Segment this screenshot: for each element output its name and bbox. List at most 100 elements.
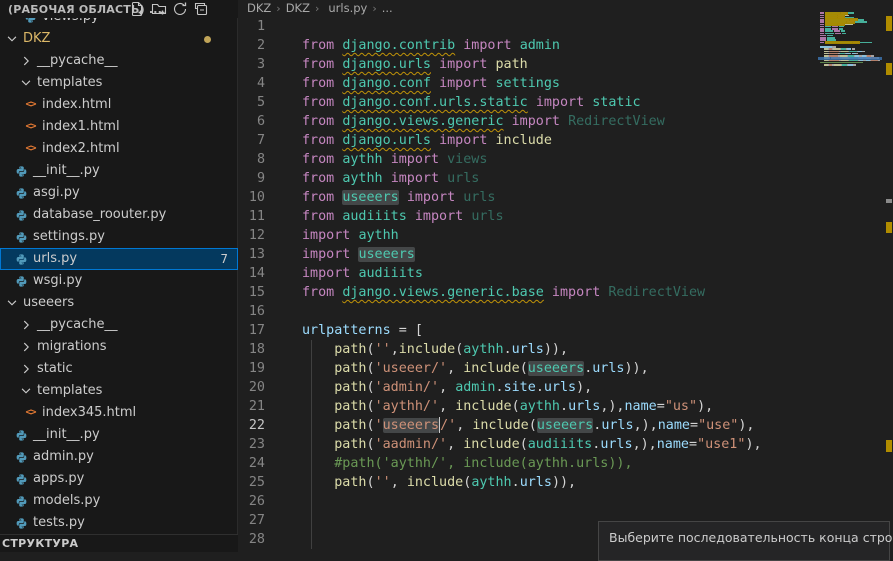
overview-ruler-mark <box>886 16 892 31</box>
chevron-down-icon <box>18 383 34 399</box>
line-number: 26 <box>239 492 265 511</box>
tree-item-templates[interactable]: templates <box>0 72 238 94</box>
code-line-9[interactable]: from aythh import urls <box>302 169 822 188</box>
tree-item-asgi-py[interactable]: asgi.py <box>0 182 238 204</box>
tree-item-models-py[interactable]: models.py <box>0 490 238 512</box>
tree-item-apps-py[interactable]: apps.py <box>0 468 238 490</box>
breadcrumb-item[interactable]: ... <box>382 1 393 15</box>
line-number: 6 <box>239 112 265 131</box>
code-line-13[interactable]: import useeers <box>302 245 822 264</box>
chevron-right-icon <box>18 361 34 377</box>
explorer-section-header[interactable]: (РАБОЧАЯ ОБЛАСТЬ) ... <box>0 0 238 18</box>
new-folder-icon[interactable] <box>151 1 167 17</box>
breadcrumb-item[interactable]: urls.py <box>328 1 367 15</box>
collapse-all-icon[interactable] <box>193 1 209 17</box>
chevron-right-icon <box>18 317 34 333</box>
tree-item-admin-py[interactable]: admin.py <box>0 446 238 468</box>
chevron-down-icon <box>4 31 20 47</box>
line-number: 13 <box>239 245 265 264</box>
line-number: 12 <box>239 226 265 245</box>
breadcrumb-item[interactable]: DKZ <box>247 1 271 15</box>
code-line-20[interactable]: path('admin/', admin.site.urls), <box>302 378 822 397</box>
minimap-line <box>853 64 856 66</box>
line-number: 19 <box>239 359 265 378</box>
tree-item-database-roouter-py[interactable]: database_roouter.py <box>0 204 238 226</box>
python-file-icon <box>13 207 30 223</box>
line-number: 3 <box>239 55 265 74</box>
tree-item-index1-html[interactable]: <>index1.html <box>0 116 238 138</box>
code-line-15[interactable]: from django.views.generic.base import Re… <box>302 283 822 302</box>
tree-item--init-py[interactable]: __init__.py <box>0 160 238 182</box>
tree-item--pycache-[interactable]: __pycache__ <box>0 314 238 336</box>
chevron-right-icon <box>18 339 34 355</box>
code-line-26[interactable] <box>302 492 822 511</box>
code-line-24[interactable]: #path('aythh/', include(aythh.urls)), <box>302 454 822 473</box>
tree-item-index2-html[interactable]: <>index2.html <box>0 138 238 160</box>
tree-item-templates[interactable]: templates <box>0 380 238 402</box>
code-line-17[interactable]: urlpatterns = [ <box>302 321 822 340</box>
code-line-4[interactable]: from django.conf import settings <box>302 74 822 93</box>
line-number: 10 <box>239 188 265 207</box>
line-number: 4 <box>239 74 265 93</box>
tree-item--init-py[interactable]: __init__.py <box>0 424 238 446</box>
new-file-icon[interactable] <box>129 1 145 17</box>
git-modified-dot <box>204 36 211 43</box>
line-number: 27 <box>239 511 265 530</box>
tree-item-dkz[interactable]: DKZ <box>0 28 238 50</box>
line-number: 14 <box>239 264 265 283</box>
line-number: 5 <box>239 93 265 112</box>
code-line-25[interactable]: path('', include(aythh.urls)), <box>302 473 822 492</box>
explorer-sidebar: (РАБОЧАЯ ОБЛАСТЬ) ... views.py DKZ __pyc… <box>0 0 238 552</box>
code-line-16[interactable] <box>302 302 822 321</box>
line-number: 9 <box>239 169 265 188</box>
outline-section-header[interactable]: СТРУКТУРА <box>0 534 238 552</box>
minimap-line <box>862 51 865 53</box>
tree-item-urls-py[interactable]: urls.py7 <box>0 248 238 270</box>
line-number: 2 <box>239 36 265 55</box>
minimap-line <box>835 33 841 35</box>
code-editor[interactable]: DKZ›DKZ› urls.py›... 1234567891011121314… <box>239 0 893 552</box>
tree-item-index345-html[interactable]: <>index345.html <box>0 402 238 424</box>
python-file-icon <box>13 229 30 245</box>
code-line-22[interactable]: path('useeers/', include(useeers.urls,),… <box>302 416 822 435</box>
tree-item-useeers[interactable]: useeers <box>0 292 238 314</box>
code-line-10[interactable]: from useeers import urls <box>302 188 822 207</box>
tree-item-migrations[interactable]: migrations <box>0 336 238 358</box>
code-line-7[interactable]: from django.urls import include <box>302 131 822 150</box>
tree-item-tests-py[interactable]: tests.py <box>0 512 238 534</box>
tree-item-static[interactable]: static <box>0 358 238 380</box>
line-number: 18 <box>239 340 265 359</box>
code-line-18[interactable]: path('',include(aythh.urls)), <box>302 340 822 359</box>
tree-item--pycache-[interactable]: __pycache__ <box>0 50 238 72</box>
python-file-icon <box>13 185 30 201</box>
refresh-icon[interactable] <box>172 1 188 17</box>
python-file-icon <box>13 493 30 509</box>
code-line-19[interactable]: path('useeer/', include(useeers.urls)), <box>302 359 822 378</box>
code-line-8[interactable]: from aythh import views <box>302 150 822 169</box>
code-line-6[interactable]: from django.views.generic import Redirec… <box>302 112 822 131</box>
code-line-23[interactable]: path('aadmin/', include(audiiits.urls,),… <box>302 435 822 454</box>
minimap[interactable] <box>818 0 884 552</box>
breadcrumb: DKZ›DKZ› urls.py›... <box>247 0 393 16</box>
code-line-1[interactable] <box>302 17 822 36</box>
code-line-12[interactable]: import aythh <box>302 226 822 245</box>
tree-item-index-html[interactable]: <>index.html <box>0 94 238 116</box>
minimap-line <box>878 60 880 62</box>
minimap-warning-block <box>825 41 860 44</box>
code-line-14[interactable]: import audiiits <box>302 264 822 283</box>
code-line-2[interactable]: from django.contrib import admin <box>302 36 822 55</box>
breadcrumb-item[interactable]: DKZ <box>286 1 310 15</box>
tree-item-settings-py[interactable]: settings.py <box>0 226 238 248</box>
code-line-21[interactable]: path('aythh/', include(aythh.urls,),name… <box>302 397 822 416</box>
python-file-icon <box>13 163 30 179</box>
minimap-line <box>855 21 868 23</box>
html-file-icon: <> <box>22 405 39 421</box>
tree-item-wsgi-py[interactable]: wsgi.py <box>0 270 238 292</box>
code-line-11[interactable]: from audiiits import urls <box>302 207 822 226</box>
line-number: 25 <box>239 473 265 492</box>
code-content[interactable]: from django.contrib import adminfrom dja… <box>302 17 822 549</box>
code-line-3[interactable]: from django.urls import path <box>302 55 822 74</box>
minimap-line <box>842 33 846 35</box>
code-line-5[interactable]: from django.conf.urls.static import stat… <box>302 93 822 112</box>
html-file-icon: <> <box>22 97 39 113</box>
